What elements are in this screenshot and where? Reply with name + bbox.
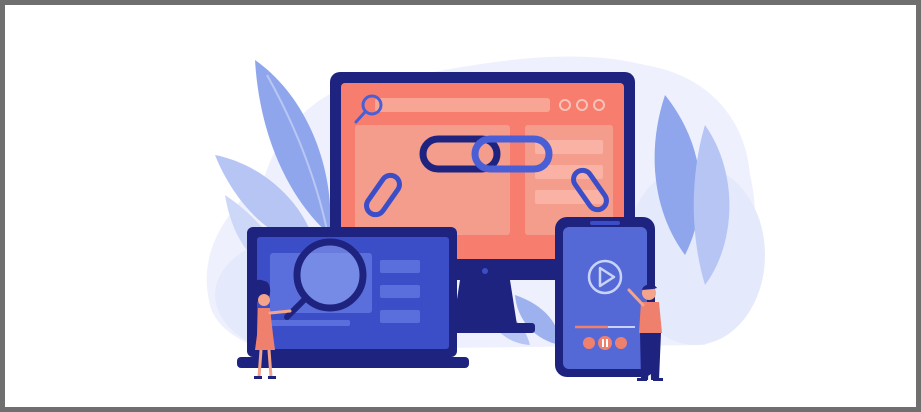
devices-illustration: [206, 56, 765, 381]
rewind-icon[interactable]: [583, 337, 595, 349]
forward-icon[interactable]: [615, 337, 627, 349]
pause-icon[interactable]: [598, 336, 612, 350]
phone: [555, 217, 655, 377]
image-frame: [0, 0, 921, 412]
